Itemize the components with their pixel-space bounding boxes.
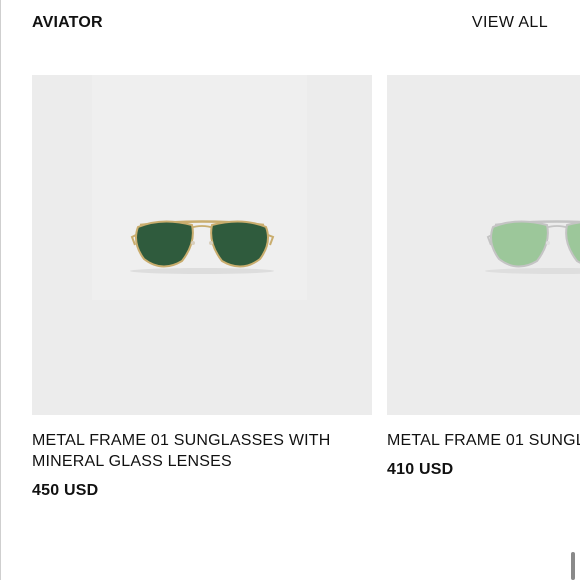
product-card[interactable]: METAL FRAME 01 SUNGLASSES WITH GLITTER L… <box>387 75 580 479</box>
product-carousel-page: AVIATOR VIEW ALL METAL FRAME 01 SUNGLASS… <box>0 0 580 580</box>
product-image[interactable] <box>32 75 372 415</box>
product-image[interactable] <box>387 75 580 415</box>
left-divider <box>0 0 1 580</box>
section-title: AVIATOR <box>32 14 103 31</box>
aviator-sunglasses-icon <box>130 220 275 274</box>
product-name[interactable]: METAL FRAME 01 SUNGLASSES WITH MINERAL G… <box>32 430 372 472</box>
scrollbar-thumb[interactable] <box>571 552 575 580</box>
product-price: 410 USD <box>387 461 454 478</box>
view-all-link[interactable]: VIEW ALL <box>472 14 548 32</box>
product-name[interactable]: METAL FRAME 01 SUNGLASSES WITH GLITTER L… <box>387 430 580 451</box>
product-card[interactable]: METAL FRAME 01 SUNGLASSES WITH MINERAL G… <box>32 75 372 500</box>
aviator-sunglasses-icon <box>485 220 580 274</box>
product-price: 450 USD <box>32 482 99 499</box>
